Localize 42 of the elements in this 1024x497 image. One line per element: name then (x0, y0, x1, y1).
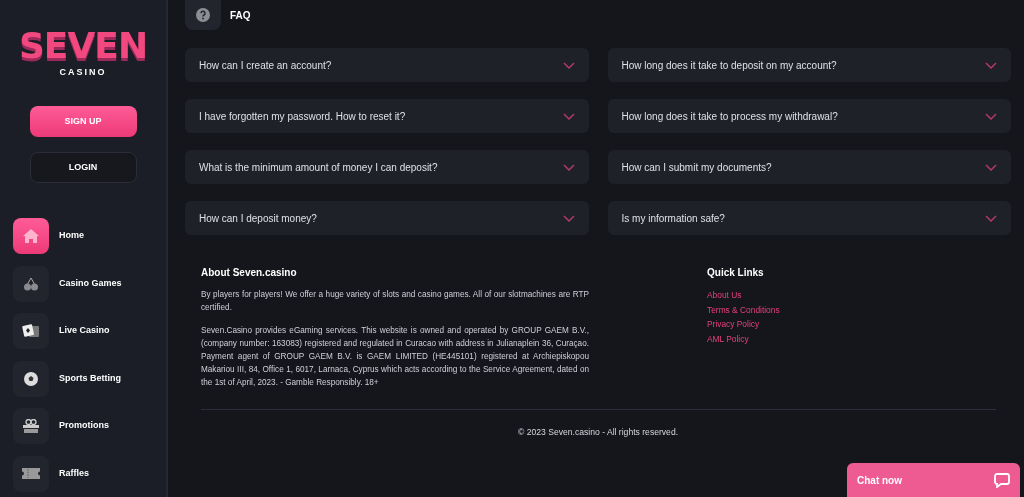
faq-question[interactable]: How can I submit my documents? (607, 150, 1011, 184)
logo-wordmark: SEVEN (18, 28, 148, 64)
cards-icon (13, 313, 49, 349)
chevron-icon (985, 112, 997, 120)
footer-link[interactable]: About Us (707, 288, 742, 303)
faq-question[interactable]: How can I deposit money? (185, 201, 589, 235)
nav-item[interactable]: Casino Games (13, 265, 122, 302)
house-icon (13, 218, 49, 254)
nav-item[interactable]: Promotions (13, 408, 109, 444)
chat-bubble-icon (994, 472, 1010, 488)
help-icon (185, 0, 221, 30)
chevron-icon (985, 163, 997, 171)
about-title: About Seven.casino (201, 266, 298, 280)
footer-link[interactable]: AML Policy (707, 331, 749, 346)
cherries-icon (13, 265, 49, 302)
faq-question[interactable]: Is my information safe? (607, 201, 1011, 235)
chevron-icon (562, 112, 575, 120)
nav-item[interactable]: Live Casino (13, 313, 110, 349)
login-button[interactable]: LOGIN (29, 152, 137, 183)
chevron-icon (562, 61, 575, 69)
footer-link[interactable]: Terms & Conditions (707, 302, 780, 317)
chevron-icon (985, 214, 997, 222)
quick-links-title: Quick Links (707, 266, 765, 280)
about-paragraph: By players for players! We offer a huge variety of slots and casino games. All of our slotmachines are RTP certified. (201, 289, 589, 314)
footer-link[interactable]: Privacy Policy (707, 317, 760, 332)
nav-item[interactable]: Sports Betting (13, 360, 121, 397)
chevron-icon (562, 214, 575, 222)
logo-subtitle: CASINO (59, 68, 107, 77)
faq-question[interactable]: What is the minimum amount of money I can deposit? (185, 150, 589, 184)
faq-question[interactable]: I have forgotten my password. How to reset it? (185, 99, 589, 133)
faq-question[interactable]: How long does it take to deposit on my account? (607, 48, 1011, 82)
copyright-text: © 2023 Seven.casino - All rights reserved. (517, 427, 679, 437)
about-paragraph: Seven.Casino provides eGaming services. This website is owned and operated by GROUP GAEM B.V., (company number: 163083) registered and regulated in Curacao with address in Julianaplein 36, Curaçao. Payment agent of GROUP GAEM B.V. is GAEM LIMITED (HE445101) registered at Archiepiskopou Makariou III, 84, Office 1, 6017, Larnaca, Cyprus which acts according to the Service Agreement, dated on the 1st of April, 2023. - Gamble Responsibly. 18+ (201, 325, 589, 389)
chevron-icon (985, 61, 997, 69)
gift-icon (13, 408, 49, 444)
nav-item[interactable]: Raffles (13, 455, 89, 492)
faq-question[interactable]: How long does it take to process my withdrawal? (607, 99, 1011, 133)
chevron-icon (562, 163, 575, 171)
faq-title: FAQ (230, 8, 251, 23)
ticket-icon (13, 455, 49, 492)
faq-question[interactable]: How can I create an account? (185, 48, 589, 82)
nav-item[interactable]: Home (13, 218, 84, 254)
